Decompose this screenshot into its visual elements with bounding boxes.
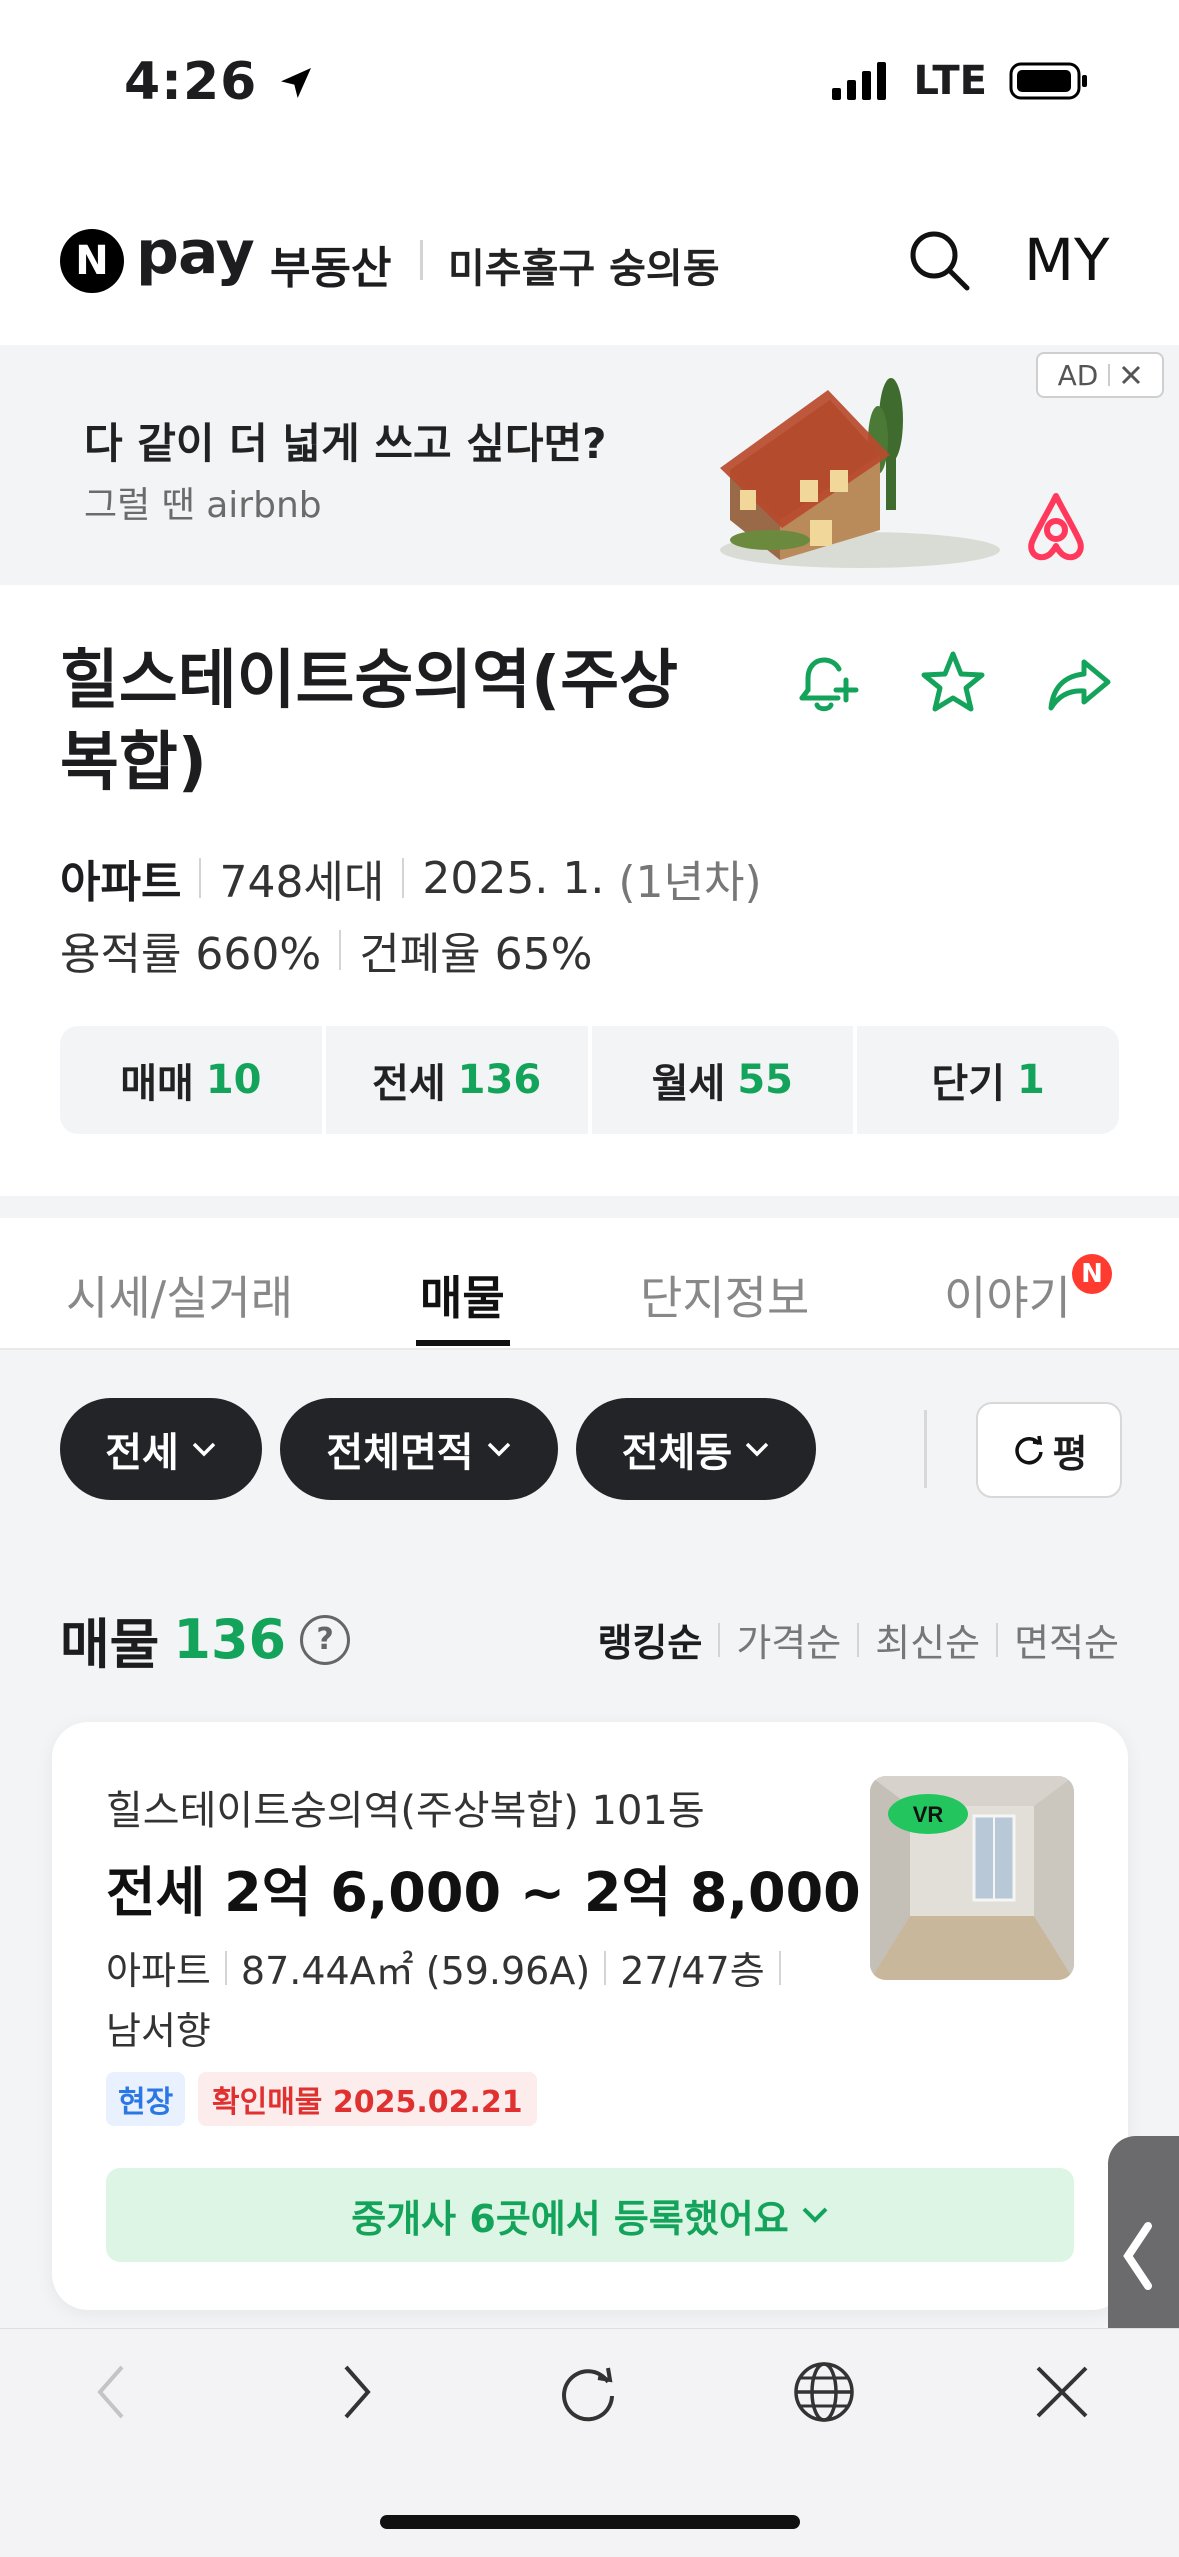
ad-badge[interactable]: AD <box>1036 352 1164 398</box>
floor-area-ratio: 용적률 660% <box>60 929 322 980</box>
star-icon[interactable] <box>918 648 988 718</box>
deal-monthly[interactable]: 월세 55 <box>591 1026 854 1134</box>
service-name[interactable]: 부동산 <box>270 232 391 296</box>
ad-label: AD <box>1057 358 1099 392</box>
sort-ranking[interactable]: 랭킹순 <box>597 1612 702 1667</box>
listing-type: 아파트 <box>106 1949 211 1993</box>
section-divider <box>0 1196 1179 1218</box>
home-indicator <box>380 2515 800 2529</box>
chevron-down-icon <box>487 1442 510 1457</box>
chevron-down-icon <box>802 2207 828 2223</box>
deal-short-term[interactable]: 단기 1 <box>857 1026 1119 1134</box>
bell-plus-icon[interactable] <box>790 648 860 718</box>
tab-complex-info[interactable]: 단지정보 <box>640 1262 809 1328</box>
deal-sale[interactable]: 매매 10 <box>60 1026 322 1134</box>
npay-logo-mark[interactable]: N <box>60 229 124 293</box>
tab-stories[interactable]: 이야기 <box>944 1262 1071 1328</box>
reload-icon[interactable] <box>556 2360 620 2424</box>
help-icon[interactable]: ? <box>300 1614 351 1665</box>
listing-name: 힐스테이트숭의역(주상복합) 101동 <box>106 1788 705 1834</box>
my-button[interactable]: MY <box>1024 226 1109 294</box>
tab-listings[interactable]: 매물 <box>420 1262 505 1328</box>
chevron-down-icon <box>745 1442 769 1457</box>
filter-divider <box>924 1410 927 1488</box>
sort-price[interactable]: 가격순 <box>736 1612 841 1667</box>
listing-floor: 27/47층 <box>620 1949 765 1993</box>
complex-type: 아파트 <box>60 857 182 908</box>
location-arrow-icon <box>281 68 312 98</box>
vr-label: VR <box>913 1802 944 1827</box>
tab-price[interactable]: 시세/실거래 <box>66 1262 293 1328</box>
complex-title: 힐스테이트숭의역(주상복합) <box>60 644 679 800</box>
active-tab-indicator <box>416 1340 510 1346</box>
status-indicators: LTE <box>831 58 1089 104</box>
deal-jeonse[interactable]: 전세 136 <box>325 1026 588 1134</box>
complex-built: 2025. 1. <box>422 852 605 904</box>
complex-basic-info: 아파트 748세대 2025. 1. (1년차) <box>60 846 762 910</box>
chevron-down-icon <box>192 1442 216 1457</box>
forward-icon[interactable] <box>336 2362 376 2422</box>
room-photo: VR <box>870 1776 1074 1980</box>
battery-icon <box>1009 62 1087 100</box>
airbnb-logo-icon <box>1028 493 1084 561</box>
listing-photo[interactable]: VR <box>870 1776 1074 1980</box>
filter-dong[interactable]: 전체동 <box>576 1398 816 1500</box>
share-icon[interactable] <box>1044 650 1114 720</box>
ad-subtitle: 그럴 땐 airbnb <box>84 485 322 526</box>
sort-options: 랭킹순 가격순 최신순 면적순 <box>597 1612 1119 1667</box>
complex-units: 748세대 <box>219 857 385 908</box>
listing-specs: 아파트 87.44A㎡ (59.96A) 27/47층 <box>106 1940 795 1995</box>
network-type: LTE <box>913 58 987 104</box>
listing-count: 매물 136 ? <box>60 1600 351 1679</box>
refresh-icon <box>1014 1435 1043 1465</box>
site-tag: 현장 <box>106 2072 186 2126</box>
npay-logo-text[interactable]: pay <box>136 218 255 288</box>
unit-toggle-button[interactable]: 평 <box>976 1402 1122 1498</box>
filter-deal-type[interactable]: 전세 <box>60 1398 262 1500</box>
ad-title: 다 같이 더 넓게 쓰고 싶다면? <box>84 419 607 468</box>
complex-age: (1년차) <box>618 857 762 908</box>
listing-area: 87.44A㎡ (59.96A) <box>240 1949 591 1993</box>
building-coverage-ratio: 건폐율 65% <box>359 929 593 980</box>
close-icon[interactable] <box>1120 364 1142 386</box>
sort-latest[interactable]: 최신순 <box>875 1612 980 1667</box>
back-icon[interactable] <box>92 2362 132 2422</box>
agents-button[interactable]: 중개사 6곳에서 등록했어요 <box>106 2168 1074 2262</box>
new-badge: N <box>1072 1254 1112 1294</box>
complex-ratio-info: 용적률 660% 건폐율 65% <box>60 918 592 982</box>
house-illustration <box>720 378 1000 568</box>
close-icon[interactable] <box>1034 2364 1090 2420</box>
verified-tag: 확인매물 2025.02.21 <box>198 2072 537 2126</box>
filter-area[interactable]: 전체면적 <box>280 1398 558 1500</box>
sort-area[interactable]: 면적순 <box>1014 1612 1119 1667</box>
header-divider <box>420 240 423 280</box>
status-time: 4:26 <box>124 52 316 112</box>
search-icon[interactable] <box>905 226 973 294</box>
signal-icon <box>831 62 886 100</box>
listing-price: 전세 2억 6,000 ~ 2억 8,000 <box>106 1861 861 1924</box>
listing-direction: 남서향 <box>106 2009 211 2053</box>
location-label[interactable]: 미추홀구 숭의동 <box>448 236 720 294</box>
deal-summary: 매매 10 전세 136 월세 55 단기 1 <box>60 1026 1119 1134</box>
globe-icon[interactable] <box>792 2360 856 2424</box>
